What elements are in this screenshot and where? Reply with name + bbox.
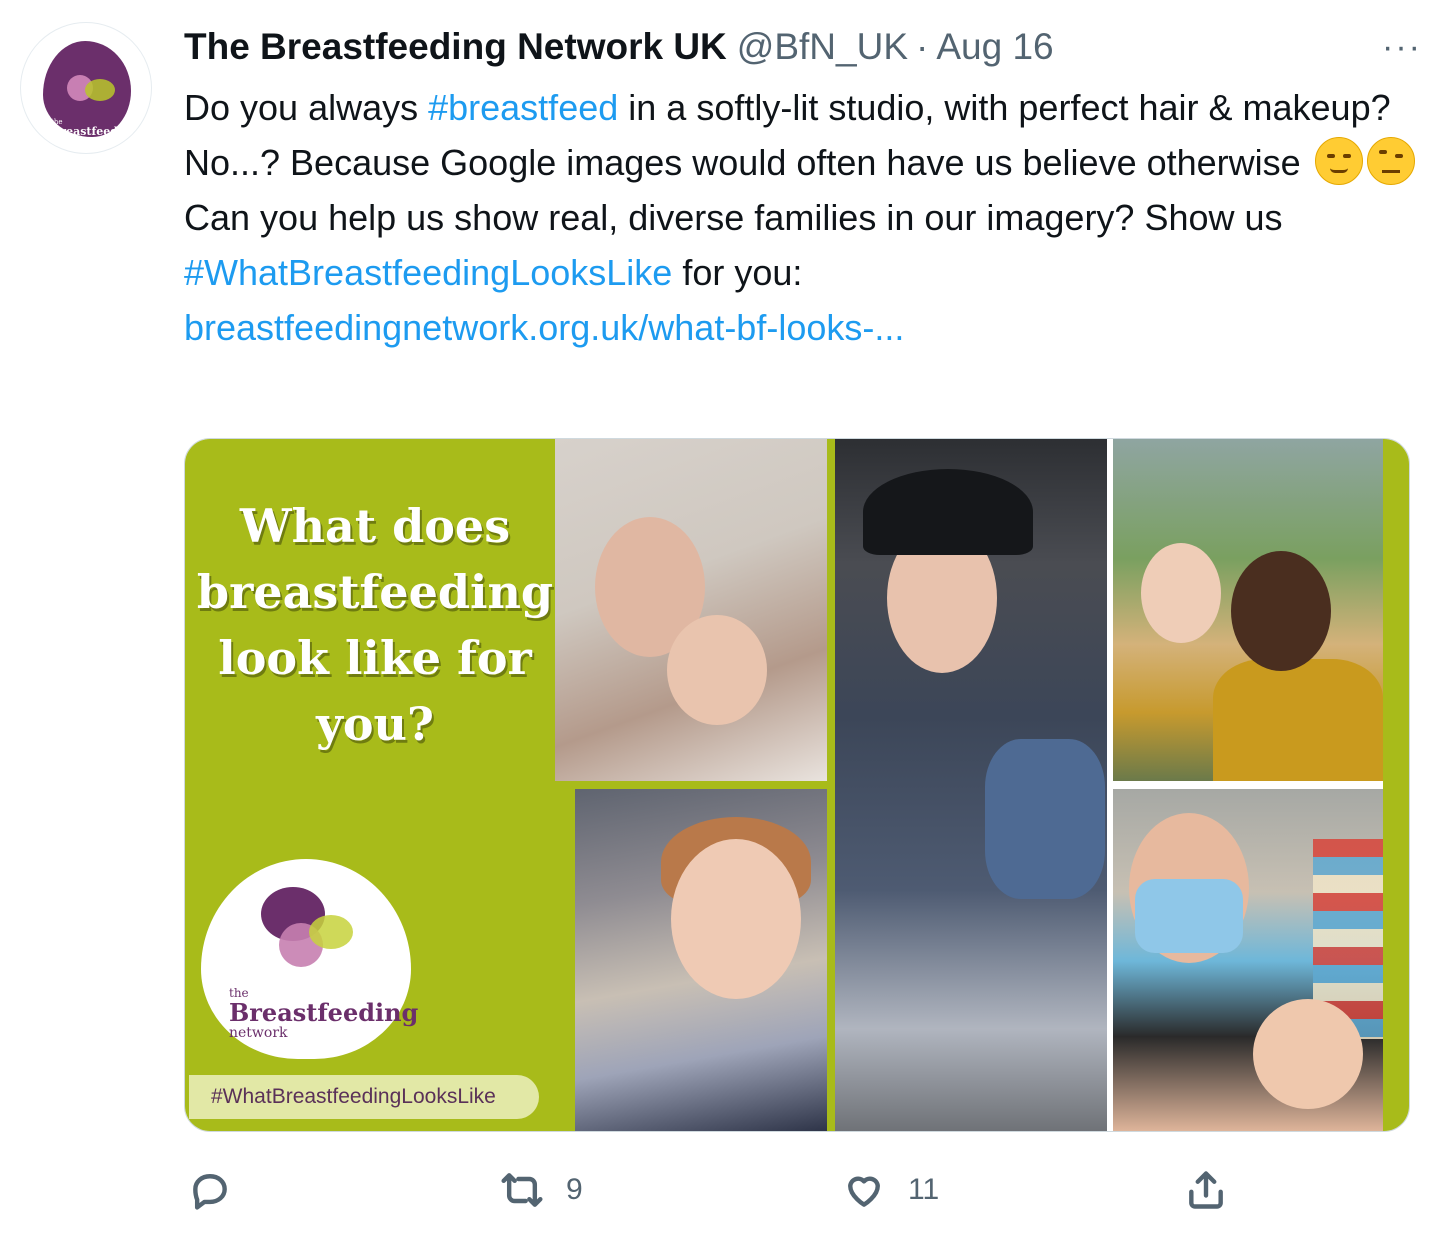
photo-mother-pump <box>575 789 827 1131</box>
hashtag-link[interactable]: #breastfeed <box>428 87 618 128</box>
raised-eyebrow-emoji-icon <box>1366 137 1415 185</box>
headline-line: breastfeeding <box>196 565 554 619</box>
photo-mother-baby-bed <box>555 439 827 781</box>
tweet-text-segment: for you: <box>672 252 803 293</box>
reply-icon <box>193 1174 227 1210</box>
tweet-text-segment: Can you help us show real, diverse famil… <box>184 197 1283 238</box>
like-icon <box>848 1176 880 1207</box>
retweet-icon <box>501 1173 543 1207</box>
share-button[interactable] <box>1184 1160 1228 1220</box>
retweet-button[interactable]: 9 <box>500 1160 583 1220</box>
external-link[interactable]: breastfeedingnetwork.org.uk/what-bf-look… <box>184 307 904 348</box>
headline-line: you? <box>316 697 434 751</box>
headline-line: What does <box>239 499 511 553</box>
smirking-face-emoji-icon <box>1314 137 1363 185</box>
author-handle[interactable]: @BfN_UK <box>737 26 908 68</box>
author-avatar[interactable]: the Breastfeeding network <box>20 22 152 154</box>
tweet-header: The Breastfeeding Network UK @BfN_UK · A… <box>184 22 1426 72</box>
share-icon <box>1189 1171 1223 1209</box>
author-name[interactable]: The Breastfeeding Network UK <box>184 26 727 68</box>
photo-mother-mask-shop <box>1113 789 1383 1131</box>
promo-headline: What does breastfeeding look like for yo… <box>185 493 565 757</box>
photo-family-park <box>1113 439 1383 781</box>
tweet-text-segment: Do you always <box>184 87 429 128</box>
tweet-date[interactable]: Aug 16 <box>936 26 1053 68</box>
header-separator: · <box>916 26 929 67</box>
headline-line: look like for <box>218 631 532 685</box>
more-options-icon[interactable]: ··· <box>1382 28 1422 67</box>
reply-button[interactable] <box>188 1160 254 1220</box>
retweet-count: 9 <box>566 1173 583 1206</box>
photo-mother-car <box>835 439 1107 1131</box>
like-count: 11 <box>908 1173 940 1206</box>
breastfeeding-network-logo: the Breastfeeding network <box>201 859 418 1059</box>
green-edge-strip <box>1383 439 1409 1131</box>
tweet-actions: 9 11 <box>184 1160 1244 1220</box>
tweet-body: Do you always #breastfeed in a softly-li… <box>184 80 1424 355</box>
avatar-logo-text: the Breastfeeding network <box>51 118 138 146</box>
like-button[interactable]: 11 <box>842 1160 939 1220</box>
tweet-media[interactable]: What does breastfeeding look like for yo… <box>184 438 1410 1132</box>
hashtag-pill: #WhatBreastfeedingLooksLike <box>189 1075 539 1119</box>
hashtag-link[interactable]: #WhatBreastfeedingLooksLike <box>184 252 672 293</box>
